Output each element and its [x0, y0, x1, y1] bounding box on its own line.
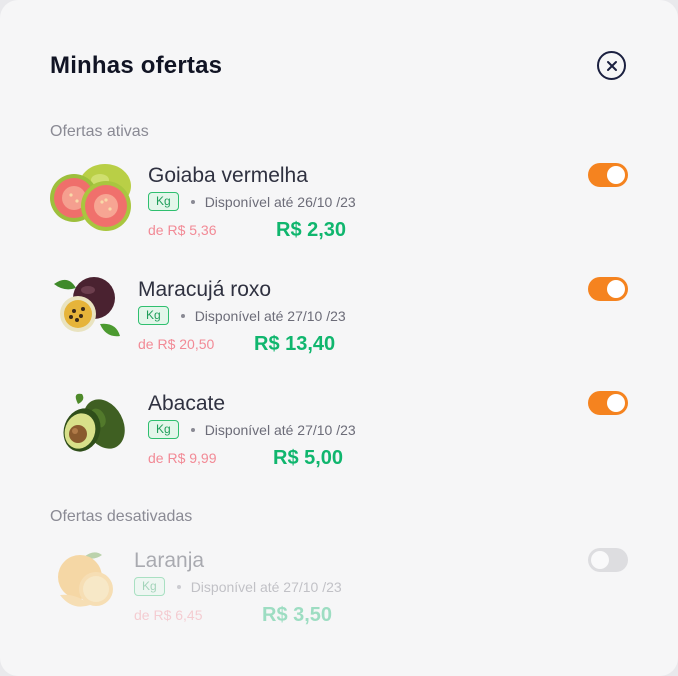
separator-dot: [180, 313, 185, 318]
offer-meta: Kg Disponível até 26/10 /23: [148, 192, 356, 211]
toggle-knob: [591, 551, 609, 569]
avocado-icon: [63, 393, 125, 452]
offer-meta: Kg Disponível até 27/10 /23: [148, 420, 356, 439]
toggle-knob: [607, 394, 625, 412]
availability-text: Disponível até 27/10 /23: [190, 578, 342, 595]
close-icon: [606, 60, 617, 71]
offer-name: Goiaba vermelha: [148, 164, 308, 187]
separator-dot: [190, 427, 195, 432]
offer-toggle[interactable]: [588, 548, 628, 572]
offer-name: Maracujá roxo: [138, 278, 272, 301]
separator-dot: [190, 199, 195, 204]
offer-toggle[interactable]: [588, 163, 628, 187]
offer-price: R$ 13,40: [254, 333, 336, 355]
old-price: de R$ 5,36: [148, 222, 217, 238]
section-label-active: Ofertas ativas: [50, 123, 149, 140]
offer-name: Abacate: [148, 392, 226, 415]
availability-text: Disponível até 27/10 /23: [194, 307, 346, 324]
unit-badge: Kg: [148, 192, 179, 211]
unit-badge: Kg: [138, 306, 169, 325]
offer-meta: Kg Disponível até 27/10 /23: [138, 306, 346, 325]
old-price: de R$ 9,99: [148, 450, 217, 466]
offer-price: R$ 3,50: [262, 604, 333, 626]
unit-badge: Kg: [134, 577, 165, 596]
offer-meta: Kg Disponível até 27/10 /23: [134, 577, 342, 596]
offer-item-maracuja: Maracujá roxo Kg Disponível até 27/10 /2…: [0, 272, 678, 362]
old-price: de R$ 20,50: [138, 336, 215, 352]
unit-badge: Kg: [148, 420, 179, 439]
modal-title: Minhas ofertas: [50, 52, 223, 79]
old-price: de R$ 6,45: [134, 607, 203, 623]
offer-name: Laranja: [134, 549, 205, 572]
section-label-disabled: Ofertas desativadas: [50, 508, 193, 525]
offers-modal: Minhas ofertas Ofertas ativas Goiaba ver…: [0, 0, 678, 676]
offer-item-goiaba: Goiaba vermelha Kg Disponível até 26/10 …: [0, 158, 678, 248]
guava-icon: [50, 164, 131, 231]
offer-toggle[interactable]: [588, 277, 628, 301]
offer-price: R$ 2,30: [276, 219, 347, 241]
availability-text: Disponível até 26/10 /23: [204, 193, 356, 210]
offer-item-laranja: Laranja Kg Disponível até 27/10 /23 de R…: [0, 543, 678, 633]
separator-dot: [176, 584, 181, 589]
availability-text: Disponível até 27/10 /23: [204, 421, 356, 438]
toggle-knob: [607, 166, 625, 184]
offer-item-abacate: Abacate Kg Disponível até 27/10 /23 de R…: [0, 386, 678, 476]
offer-price: R$ 5,00: [273, 447, 344, 469]
toggle-knob: [607, 280, 625, 298]
offer-toggle[interactable]: [588, 391, 628, 415]
orange-icon: [58, 552, 113, 607]
passion-fruit-icon: [54, 277, 120, 337]
close-button[interactable]: [597, 51, 626, 80]
